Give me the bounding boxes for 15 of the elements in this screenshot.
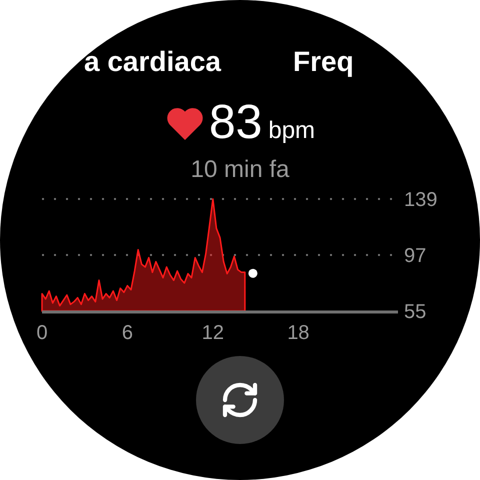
unit-label: bpm	[268, 117, 316, 145]
page-title: a cardiaca	[84, 46, 221, 79]
y-tick-label: 55	[404, 301, 426, 323]
y-tick-label: 97	[404, 245, 426, 267]
x-tick-label: 0	[36, 322, 48, 344]
page-title: Freq	[293, 46, 354, 79]
x-tick-label: 18	[287, 322, 310, 344]
heart-icon	[164, 106, 205, 140]
x-tick-label: 12	[202, 322, 224, 344]
heart-rate-value: 83	[208, 100, 262, 146]
y-tick-label: 139	[404, 189, 438, 211]
time-ago-label: 10 min fa	[190, 156, 290, 184]
x-tick-label: 6	[122, 322, 133, 344]
current-point	[248, 268, 258, 278]
refresh-icon	[220, 380, 260, 420]
